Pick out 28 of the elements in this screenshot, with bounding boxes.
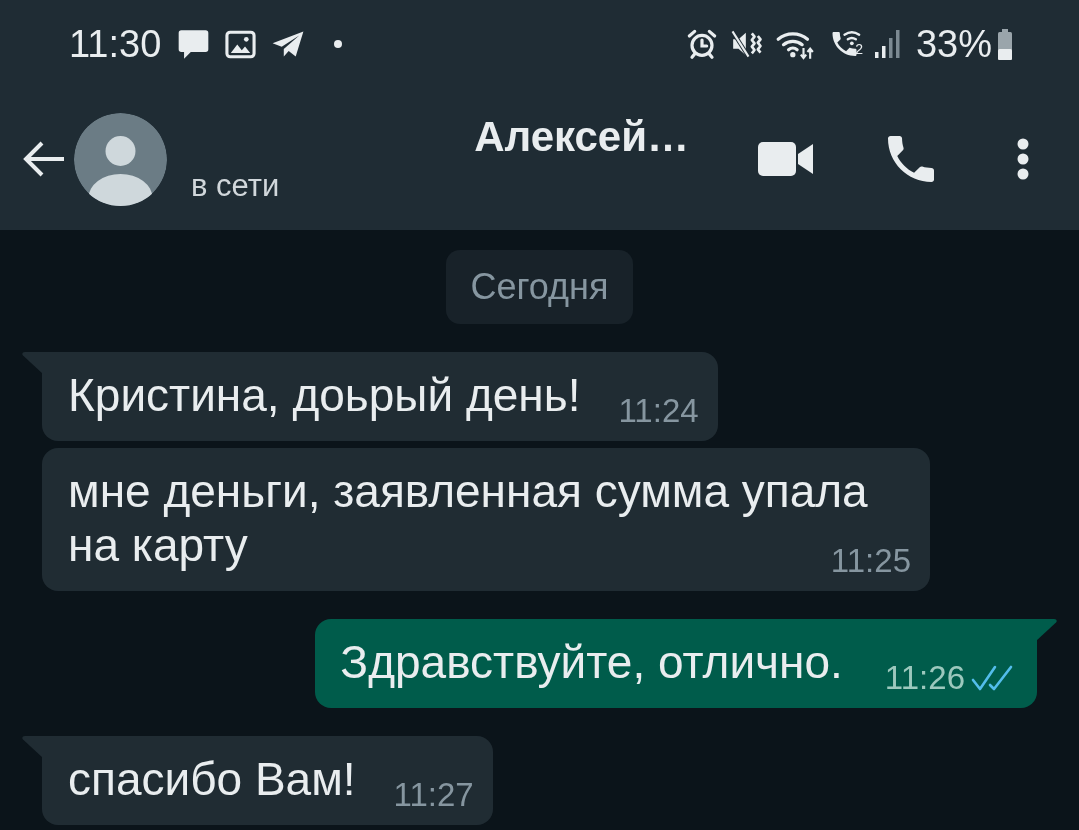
message-time: 11:24 [618,395,699,427]
signal-bars-icon [874,30,900,58]
notification-dot-icon [334,40,343,48]
message-time: 11:25 [830,545,911,577]
bubble-tail-icon [22,352,43,374]
message-text: Кристина, доьрый день! [68,369,581,421]
bubble-tail-icon [1036,619,1057,641]
message-text: Здравствуйте, отлично. [340,636,843,688]
image-icon [225,29,257,59]
battery-icon [998,28,1012,60]
contact-name[interactable]: Алексей… [474,114,689,160]
video-camera-icon[interactable] [758,142,813,176]
bubble-tail-icon [22,736,43,758]
message-time: 11:27 [393,779,474,811]
battery-percent: 33% [915,25,992,63]
message-text: спасибо Вам! [68,753,356,805]
phone-icon[interactable] [887,136,935,182]
status-time: 11:30 [69,25,162,63]
avatar-placeholder[interactable] [74,112,167,206]
muted-vibrate-icon [730,28,764,60]
presence-status: в сети [191,168,280,204]
paper-plane-icon [271,30,306,58]
message-icon [177,28,211,60]
alarm-clock-icon [686,28,719,60]
message-time: 11:26 [884,662,965,694]
sim-number: 2 [855,42,863,56]
date-chip: Сегодня [445,250,634,324]
more-options-icon[interactable] [1017,138,1029,180]
